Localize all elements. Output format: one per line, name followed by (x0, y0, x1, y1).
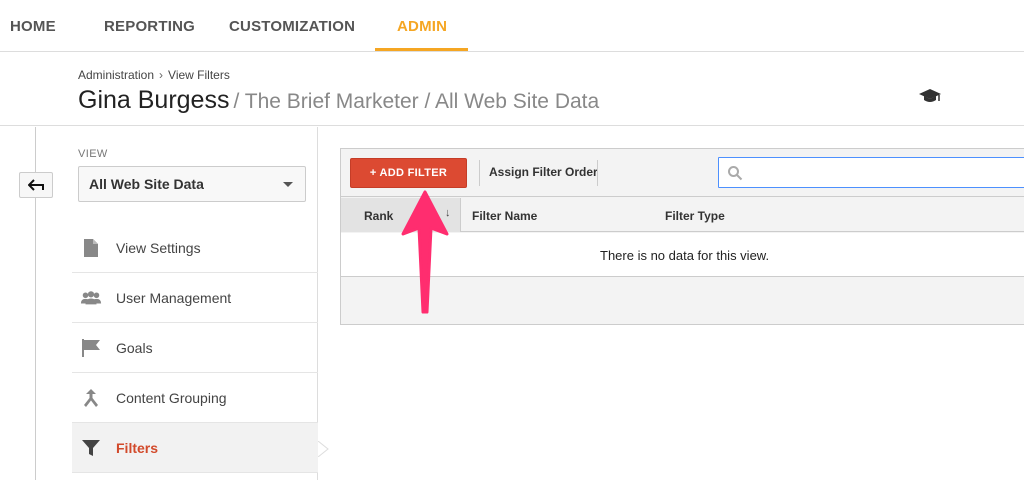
sidebar-item-label: Goals (116, 339, 153, 356)
sidebar-item-label: Filters (116, 439, 159, 456)
breadcrumb-separator: › (159, 68, 164, 82)
pink-arrow-annotation (401, 190, 449, 314)
view-label: VIEW (78, 148, 108, 160)
search-input[interactable] (749, 162, 1024, 184)
top-nav: HOME REPORTING CUSTOMIZATION ADMIN (0, 0, 1024, 52)
account-name[interactable]: Gina Burgess (78, 86, 229, 114)
sidebar-item-label: User Management (116, 289, 232, 306)
filter-icon (80, 437, 102, 459)
breadcrumb-administration[interactable]: Administration (78, 68, 154, 82)
back-arrow-icon (28, 179, 44, 191)
breadcrumb: Administration › View Filters (78, 68, 230, 82)
view-select[interactable]: All Web Site Data (78, 166, 306, 202)
sidebar-item-filters[interactable]: Filters (72, 423, 318, 473)
column-header-filter-type[interactable]: Filter Type (665, 209, 725, 223)
view-menu: View Settings User Management Goals Cont… (72, 223, 318, 473)
flag-icon (80, 337, 102, 359)
empty-message: There is no data for this view. (600, 248, 770, 263)
property-view-path: / The Brief Marketer / All Web Site Data (233, 90, 600, 113)
search-icon (728, 166, 743, 181)
document-icon (80, 237, 102, 259)
view-select-value: All Web Site Data (89, 176, 204, 192)
sidebar-item-goals[interactable]: Goals (72, 323, 318, 373)
sidebar-item-label: View Settings (116, 239, 201, 256)
page-title: Gina Burgess / The Brief Marketer / All W… (78, 86, 599, 115)
chevron-down-icon (283, 182, 293, 187)
tab-admin[interactable]: ADMIN (397, 0, 447, 52)
page-header: Administration › View Filters Gina Burgess… (0, 53, 1024, 126)
active-item-notch (318, 441, 329, 457)
sidebar-item-user-management[interactable]: User Management (72, 273, 318, 323)
sidebar-item-label: Content Grouping (116, 389, 227, 406)
toolbar-divider (479, 160, 480, 186)
active-tab-underline (375, 48, 468, 51)
search-field[interactable] (718, 157, 1024, 188)
tab-customization[interactable]: CUSTOMIZATION (229, 0, 355, 52)
graduation-cap-icon[interactable] (918, 86, 942, 106)
add-filter-button[interactable]: + ADD FILTER (350, 158, 467, 188)
breadcrumb-view-filters: View Filters (168, 68, 230, 82)
toolbar-divider (597, 160, 598, 186)
tab-home[interactable]: HOME (10, 0, 56, 52)
back-button[interactable] (19, 172, 53, 198)
content-grouping-icon (80, 387, 102, 409)
sidebar-item-view-settings[interactable]: View Settings (72, 223, 318, 273)
people-icon (80, 287, 102, 309)
column-header-filter-name[interactable]: Filter Name (472, 209, 537, 223)
column-rank-label: Rank (364, 209, 394, 223)
assign-filter-order-button[interactable]: Assign Filter Order (489, 165, 598, 179)
sidebar-item-content-grouping[interactable]: Content Grouping (72, 373, 318, 423)
tab-reporting[interactable]: REPORTING (104, 0, 195, 52)
